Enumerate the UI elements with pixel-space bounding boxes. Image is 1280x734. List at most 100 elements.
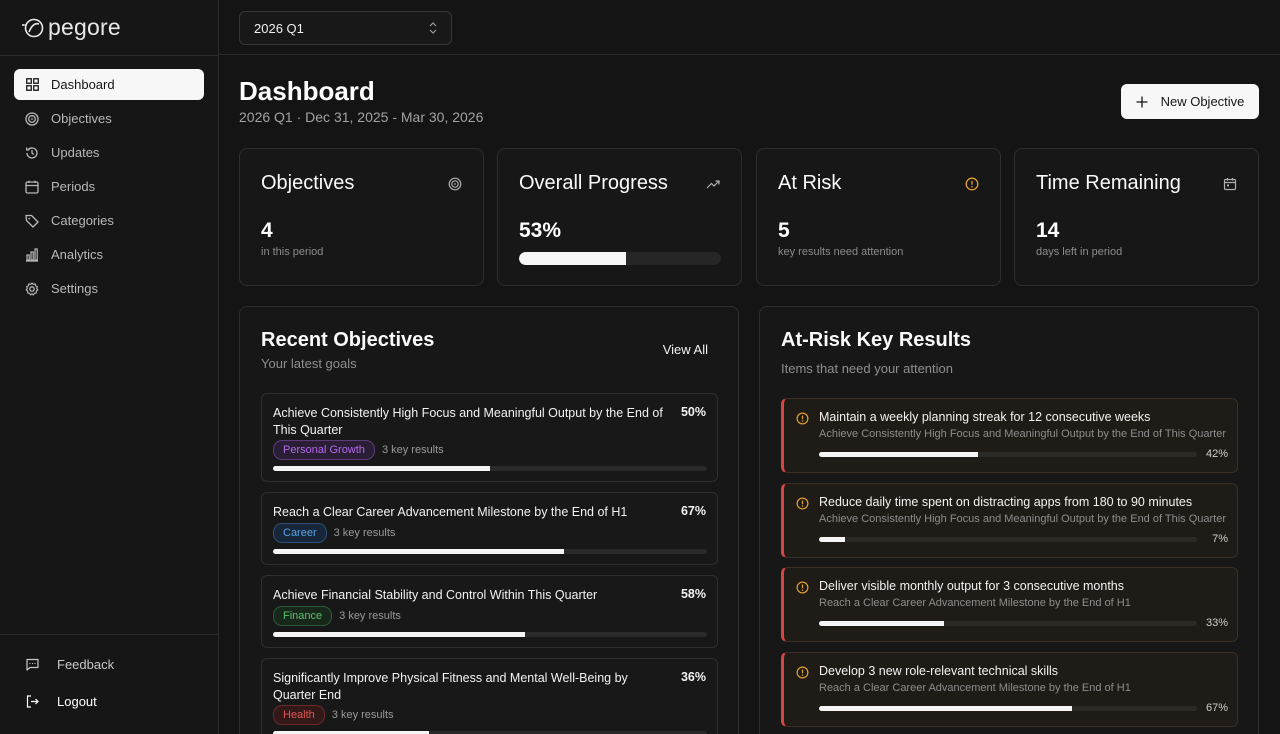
progress-bar-fill	[819, 706, 1073, 711]
objective-progress-bar	[273, 549, 707, 554]
parent-objective: Achieve Consistently High Focus and Mean…	[819, 428, 1227, 440]
sidebar-item-label: Settings	[51, 281, 98, 296]
stat-title: Time Remaining	[1036, 172, 1181, 194]
key-result-progress-bar	[819, 537, 1197, 542]
sidebar-item-label: Dashboard	[51, 77, 115, 92]
stat-value: 53%	[519, 219, 562, 242]
progress-bar-fill	[519, 252, 627, 265]
brand-name: pegore	[48, 13, 121, 40]
panel-subtitle: Your latest goals	[261, 356, 357, 371]
stat-card-overall-progress: Overall Progress 53%	[497, 148, 742, 286]
objective-meta: Career 3 key results	[273, 523, 395, 543]
new-objective-label: New Objective	[1160, 94, 1245, 109]
objective-progress-bar	[273, 466, 707, 471]
divider	[0, 634, 218, 635]
category-badge: Career	[273, 523, 327, 543]
key-result-title: Reduce daily time spent on distracting a…	[819, 495, 1193, 509]
stat-sub: in this period	[261, 246, 324, 258]
brand-logo[interactable]: pegore	[20, 12, 121, 42]
stat-card-objectives: Objectives 4 in this period	[239, 148, 484, 286]
key-results-count: 3 key results	[333, 527, 396, 539]
target-icon	[25, 111, 39, 126]
progress-bar-fill	[819, 452, 978, 457]
sidebar-item-label: Updates	[51, 145, 100, 160]
progress-bar	[519, 252, 721, 265]
key-results-count: 3 key results	[331, 709, 394, 721]
objective-card[interactable]: Reach a Clear Career Advancement Milesto…	[261, 492, 718, 565]
alert-circle-icon	[796, 666, 809, 679]
logout-label: Logout	[57, 694, 97, 709]
stat-value: 14	[1036, 219, 1060, 242]
at-risk-item[interactable]: Develop 3 new role-relevant technical sk…	[781, 652, 1238, 727]
progress-bar-fill	[819, 621, 944, 626]
key-result-percent: 7%	[1212, 533, 1228, 545]
page-title: Dashboard	[239, 76, 375, 106]
panel-title: Recent Objectives	[261, 329, 435, 351]
feedback-button[interactable]: Feedback	[26, 657, 114, 672]
sidebar-item-label: Objectives	[51, 111, 112, 126]
recent-objectives-panel: Recent Objectives Your latest goals View…	[239, 306, 739, 734]
objective-percent: 50%	[680, 405, 706, 419]
at-risk-item[interactable]: Reduce daily time spent on distracting a…	[781, 483, 1238, 558]
progress-bar-fill	[273, 632, 525, 637]
objective-card[interactable]: Significantly Improve Physical Fitness a…	[261, 658, 718, 734]
sidebar-nav: Dashboard Objectives Updates Periods Cat…	[14, 69, 204, 307]
sidebar-item-objectives[interactable]: Objectives	[14, 103, 204, 134]
stat-value: 4	[261, 219, 273, 242]
sidebar: pegore Dashboard Objectives Updates Peri…	[0, 0, 219, 734]
calendar-icon	[1223, 178, 1237, 191]
panel-title: At-Risk Key Results	[781, 329, 972, 351]
stat-value: 5	[778, 219, 790, 242]
stat-title: Objectives	[261, 172, 355, 194]
stat-title: Overall Progress	[519, 172, 668, 194]
bar-chart-icon	[25, 247, 39, 262]
key-result-title: Deliver visible monthly output for 3 con…	[819, 579, 1125, 593]
sidebar-item-updates[interactable]: Updates	[14, 137, 204, 168]
trending-up-icon	[706, 180, 720, 189]
objective-title: Achieve Financial Stability and Control …	[273, 588, 598, 602]
objective-card[interactable]: Achieve Financial Stability and Control …	[261, 575, 718, 648]
at-risk-item[interactable]: Deliver visible monthly output for 3 con…	[781, 567, 1238, 642]
stat-title: At Risk	[778, 172, 842, 194]
key-result-title: Develop 3 new role-relevant technical sk…	[819, 664, 1059, 678]
key-result-progress-bar	[819, 621, 1197, 626]
sidebar-item-analytics[interactable]: Analytics	[14, 239, 204, 270]
key-result-title: Maintain a weekly planning streak for 12…	[819, 410, 1151, 424]
category-badge: Finance	[273, 606, 333, 626]
panel-subtitle: Items that need your attention	[781, 361, 953, 376]
alert-circle-icon	[965, 177, 979, 191]
at-risk-item[interactable]: Maintain a weekly planning streak for 12…	[781, 398, 1238, 473]
topbar: 2026 Q1	[219, 0, 1280, 55]
sidebar-item-categories[interactable]: Categories	[14, 205, 204, 236]
calendar-icon	[25, 180, 39, 194]
sidebar-item-label: Periods	[51, 179, 96, 194]
logout-icon	[26, 695, 39, 708]
category-badge: Personal Growth	[273, 440, 375, 460]
new-objective-button[interactable]: New Objective	[1121, 84, 1259, 119]
parent-objective: Reach a Clear Career Advancement Milesto…	[819, 682, 1131, 694]
feedback-label: Feedback	[57, 657, 115, 672]
target-icon	[448, 177, 462, 191]
sidebar-item-periods[interactable]: Periods	[14, 171, 204, 202]
objective-percent: 58%	[680, 587, 706, 601]
chevron-up-down-icon	[429, 22, 437, 34]
objective-card[interactable]: Achieve Consistently High Focus and Mean…	[261, 393, 718, 482]
logout-button[interactable]: Logout	[26, 694, 97, 709]
tag-icon	[25, 214, 39, 228]
objective-meta: Finance 3 key results	[273, 606, 401, 626]
sidebar-item-label: Categories	[51, 213, 114, 228]
progress-bar-fill	[819, 537, 846, 542]
sidebar-item-settings[interactable]: Settings	[14, 273, 204, 304]
sidebar-item-dashboard[interactable]: Dashboard	[14, 69, 204, 100]
parent-objective: Reach a Clear Career Advancement Milesto…	[819, 597, 1131, 609]
page-subtitle: 2026 Q1 · Dec 31, 2025 - Mar 30, 2026	[239, 109, 484, 125]
category-badge: Health	[273, 705, 325, 725]
stat-card-at-risk: At Risk 5 key results need attention	[756, 148, 1001, 286]
message-icon	[26, 658, 39, 671]
period-select[interactable]: 2026 Q1	[239, 11, 452, 45]
divider	[0, 55, 218, 56]
period-select-value: 2026 Q1	[254, 20, 304, 36]
alert-circle-icon	[796, 497, 809, 510]
view-all-link[interactable]: View All	[663, 342, 708, 357]
key-results-count: 3 key results	[381, 444, 444, 456]
